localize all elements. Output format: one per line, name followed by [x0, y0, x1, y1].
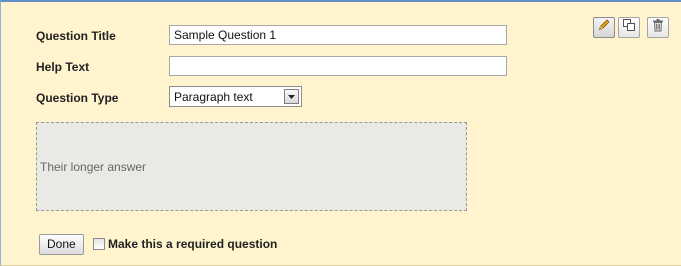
duplicate-button[interactable]	[618, 17, 640, 38]
question-type-selected: Paragraph text	[174, 89, 253, 104]
duplicate-icon	[622, 18, 636, 37]
question-editor-panel: Question Title Help Text Question Type P…	[0, 0, 681, 266]
question-type-select[interactable]: Paragraph text	[169, 86, 302, 107]
delete-button[interactable]	[647, 17, 669, 38]
done-button[interactable]: Done	[39, 234, 84, 255]
required-question-checkbox[interactable]	[93, 238, 105, 250]
dropdown-arrow-icon[interactable]	[284, 89, 299, 104]
question-title-input[interactable]	[169, 25, 507, 45]
question-type-label: Question Type	[36, 91, 119, 105]
trash-icon	[651, 18, 665, 37]
required-question-label[interactable]: Make this a required question	[108, 237, 277, 251]
pencil-icon	[597, 18, 611, 37]
question-title-label: Question Title	[36, 29, 116, 43]
answer-placeholder: Their longer answer	[40, 160, 147, 174]
help-text-input[interactable]	[169, 56, 507, 76]
edit-button[interactable]	[593, 17, 615, 38]
help-text-label: Help Text	[36, 60, 90, 74]
paragraph-answer-preview: Their longer answer	[36, 122, 467, 211]
